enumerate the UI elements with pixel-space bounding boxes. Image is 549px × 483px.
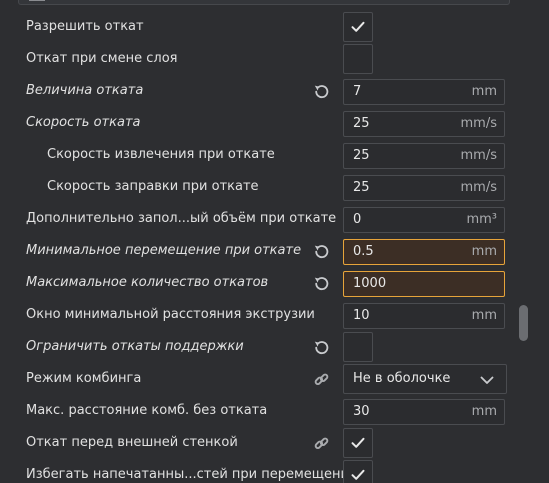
input-value: 25 (353, 116, 370, 131)
setting-label: Максимальное количество откатов (26, 275, 269, 290)
unit-label: mm/s (460, 148, 497, 163)
reset-icon[interactable] (313, 275, 330, 292)
select-value: Не в оболочке (353, 371, 451, 386)
setting-label: Откат перед внешней стенкой (26, 435, 238, 450)
setting-row-12: Режим комбинга Не в оболочке (0, 363, 515, 395)
setting-label: Окно минимальной расстояния экструзии (26, 307, 315, 322)
unit-label: mm/s (460, 116, 497, 131)
setting-row-7: Дополнительно запол...ый объём при откат… (0, 203, 515, 235)
value-input[interactable]: 7 mm (343, 79, 505, 105)
scrollbar-track[interactable] (518, 0, 530, 483)
setting-row-3: Величина отката 7 mm (0, 75, 515, 107)
unit-label: mm/s (460, 180, 497, 195)
setting-label: Скорость заправки при откате (47, 179, 259, 194)
value-input[interactable]: 25 mm/s (343, 175, 505, 201)
section-header-strip[interactable] (18, 0, 510, 5)
checkmark-icon (351, 437, 365, 448)
input-value: 0 (353, 212, 362, 227)
unit-label: mm (471, 308, 497, 323)
input-value: 30 (353, 404, 370, 419)
checkmark-icon (351, 469, 365, 480)
unit-label: mm (471, 244, 497, 259)
setting-label: Избегать напечатанны...стей при перемеще… (26, 467, 358, 482)
value-input[interactable]: 0.5 mm (343, 239, 505, 265)
value-input[interactable]: 1000 (343, 271, 505, 297)
unit-label: mm³ (466, 212, 497, 227)
setting-row-10: Окно минимальной расстояния экструзии 10 m… (0, 299, 515, 331)
scrollbar-thumb[interactable] (519, 305, 528, 341)
setting-label: Макс. расстояние комб. без отката (26, 403, 268, 418)
value-input[interactable]: 25 mm/s (343, 111, 505, 137)
unit-label: mm (471, 84, 497, 99)
link-icon[interactable] (313, 371, 330, 388)
setting-label: Ограничить откаты поддержки (26, 339, 244, 354)
setting-label: Режим комбинга (26, 371, 142, 386)
reset-icon[interactable] (313, 339, 330, 356)
setting-row-15: Избегать напечатанны...стей при перемеще… (0, 459, 515, 483)
input-value: 0.5 (353, 244, 374, 259)
chevron-down-icon (480, 374, 494, 389)
setting-label: Скорость извлечения при откате (47, 147, 275, 162)
collapse-dash-icon (29, 0, 45, 1)
setting-label: Разрешить откат (26, 19, 144, 34)
setting-checkbox[interactable] (343, 332, 373, 362)
setting-label: Скорость отката (26, 115, 141, 130)
reset-icon[interactable] (313, 243, 330, 260)
setting-label: Минимальное перемещение при откате (26, 243, 302, 258)
setting-row-5: Скорость извлечения при откате 25 mm/s (0, 139, 515, 171)
setting-row-2: Откат при смене слоя (0, 43, 515, 75)
value-input[interactable]: 10 mm (343, 303, 505, 329)
setting-row-11: Ограничить откаты поддержки (0, 331, 515, 363)
setting-row-14: Откат перед внешней стенкой (0, 427, 515, 459)
setting-checkbox[interactable] (343, 12, 373, 42)
input-value: 7 (353, 84, 362, 99)
input-value: 25 (353, 180, 370, 195)
print-settings-panel: Разрешить откат Откат при смене слоя Велич… (0, 0, 549, 483)
combing-mode-select[interactable]: Не в оболочке (343, 364, 507, 394)
setting-row-4: Скорость отката 25 mm/s (0, 107, 515, 139)
checkmark-icon (351, 21, 365, 32)
setting-checkbox[interactable] (343, 460, 373, 483)
setting-row-13: Макс. расстояние комб. без отката 30 mm (0, 395, 515, 427)
value-input[interactable]: 0 mm³ (343, 207, 505, 233)
setting-row-1: Разрешить откат (0, 11, 515, 43)
setting-label: Откат при смене слоя (26, 51, 178, 66)
input-value: 10 (353, 308, 370, 323)
setting-checkbox[interactable] (343, 44, 373, 74)
setting-row-6: Скорость заправки при откате 25 mm/s (0, 171, 515, 203)
unit-label: mm (471, 404, 497, 419)
setting-label: Величина отката (26, 83, 144, 98)
value-input[interactable]: 30 mm (343, 399, 505, 425)
link-icon[interactable] (313, 435, 330, 452)
setting-checkbox[interactable] (343, 428, 373, 458)
setting-row-8: Минимальное перемещение при откате 0.5 mm (0, 235, 515, 267)
input-value: 1000 (353, 276, 387, 291)
setting-row-9: Максимальное количество откатов 1000 (0, 267, 515, 299)
input-value: 25 (353, 148, 370, 163)
setting-label: Дополнительно запол...ый объём при откат… (26, 211, 337, 226)
reset-icon[interactable] (313, 83, 330, 100)
value-input[interactable]: 25 mm/s (343, 143, 505, 169)
